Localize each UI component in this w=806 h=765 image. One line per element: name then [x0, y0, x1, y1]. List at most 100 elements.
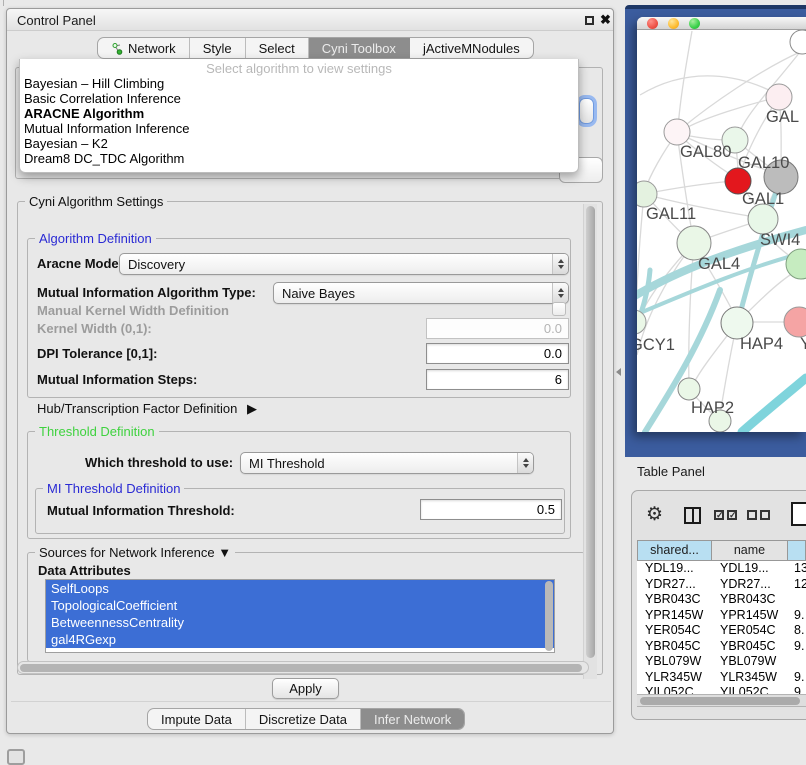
node-gal11[interactable] [637, 181, 657, 207]
which-threshold-value: MI Threshold [249, 456, 325, 471]
algorithm-option[interactable]: Basic Correlation Inference [20, 91, 578, 106]
node-swi4[interactable] [748, 204, 778, 234]
attribute-list-item[interactable]: gal4RGexp [46, 631, 554, 648]
close-traffic-light-icon[interactable] [647, 18, 658, 29]
tab-label: Impute Data [161, 712, 232, 727]
close-icon[interactable]: ✖ [600, 12, 611, 28]
scrollbar-thumb[interactable] [20, 664, 582, 672]
which-threshold-label: Which threshold to use: [85, 455, 233, 471]
column-header-shared[interactable]: shared... [637, 540, 712, 561]
list-scrollbar[interactable] [545, 581, 553, 651]
table-cell[interactable]: 9. [788, 608, 806, 624]
zoom-traffic-light-icon[interactable] [689, 18, 700, 29]
table-cell[interactable]: YBL079W [637, 654, 712, 670]
expand-right-icon[interactable]: ▶ [247, 401, 257, 417]
table-cell[interactable]: YDR27... [712, 577, 788, 593]
apply-button[interactable]: Apply [272, 678, 339, 699]
table-cell[interactable]: YDL19... [712, 561, 788, 577]
table-cell[interactable]: YER054C [637, 623, 712, 639]
hub-tf-definition-toggle[interactable]: Hub/Transcription Factor Definition ▶ [37, 401, 257, 417]
table-cell[interactable]: YLR345W [637, 670, 712, 686]
table-cell[interactable] [788, 592, 806, 608]
which-threshold-combo[interactable]: MI Threshold [240, 452, 534, 474]
aracne-mode-combo[interactable]: Discovery [119, 253, 569, 275]
node-partial[interactable] [790, 30, 806, 54]
mi-threshold-definition-title: MI Threshold Definition [43, 481, 184, 496]
node-label: GAL80 [680, 143, 731, 161]
gear-icon[interactable]: ⚙ [646, 503, 663, 526]
table-row: YDL19...YDL19...13 [637, 561, 806, 577]
tab-network[interactable]: Network [98, 38, 190, 58]
tab-infer-network[interactable]: Infer Network [361, 709, 464, 729]
algorithm-option[interactable]: Bayesian – Hill Climbing [20, 76, 578, 91]
attribute-list-item[interactable]: TopologicalCoefficient [46, 597, 554, 614]
tab-select[interactable]: Select [246, 38, 309, 58]
table-cell[interactable]: YBR045C [637, 639, 712, 655]
kernel-width-field[interactable] [426, 318, 569, 339]
tab-discretize-data[interactable]: Discretize Data [246, 709, 361, 729]
tab-impute-data[interactable]: Impute Data [148, 709, 246, 729]
table-cell[interactable]: 9. [788, 639, 806, 655]
dpi-tolerance-field[interactable] [426, 343, 569, 364]
panel-splitter-handle[interactable] [616, 368, 621, 376]
table-cell[interactable]: YBR045C [712, 639, 788, 655]
algorithm-option[interactable]: Mutual Information Inference [20, 121, 578, 136]
unchecked-checkbox-icon[interactable] [747, 510, 757, 520]
table-row: YBR043CYBR043C [637, 592, 806, 608]
node-gal-cut[interactable] [766, 84, 792, 110]
table-cell[interactable]: YLR345W [712, 670, 788, 686]
tab-style[interactable]: Style [190, 38, 246, 58]
table-cell[interactable]: 13 [788, 561, 806, 577]
scrollbar-thumb[interactable] [640, 697, 800, 705]
sources-title[interactable]: Sources for Network Inference ▼ [35, 545, 235, 560]
minimize-traffic-light-icon[interactable] [668, 18, 679, 29]
table-cell[interactable]: YDL19... [637, 561, 712, 577]
settings-horizontal-scrollbar[interactable] [17, 661, 589, 674]
table-cell[interactable]: YER054C [712, 623, 788, 639]
column-header-name[interactable]: name [712, 540, 788, 561]
collapse-down-icon[interactable]: ▼ [218, 545, 231, 560]
mi-type-combo[interactable]: Naive Bayes [273, 282, 569, 304]
split-columns-icon[interactable] [684, 507, 701, 524]
algorithm-option[interactable]: ARACNE Algorithm [20, 106, 578, 121]
node-gal80[interactable] [664, 119, 690, 145]
table-cell[interactable]: YPR145W [712, 608, 788, 624]
table-horizontal-scrollbar[interactable] [637, 694, 806, 707]
settings-vertical-scrollbar[interactable] [583, 204, 597, 679]
network-canvas[interactable]: GAL GAL80 GAL10 GAL1 GAL11 SWI4 GAL4 GCY… [637, 30, 806, 432]
algorithm-option[interactable]: Dream8 DC_TDC Algorithm [20, 151, 578, 166]
checked-checkbox-icon[interactable]: ✓ [714, 510, 724, 520]
table-cell[interactable]: YBL079W [712, 654, 788, 670]
table-cell[interactable]: YBR043C [637, 592, 712, 608]
bottom-left-partial-button[interactable] [7, 749, 25, 765]
table-body: YDL19...YDL19...13YDR27...YDR27...12YBR0… [637, 561, 806, 701]
node-hap2[interactable] [678, 378, 700, 400]
node-green-right[interactable] [786, 249, 806, 279]
document-icon[interactable] [791, 502, 806, 526]
table-cell[interactable]: YPR145W [637, 608, 712, 624]
checked-checkbox-icon[interactable]: ✓ [727, 510, 737, 520]
mi-threshold-field[interactable] [420, 499, 562, 520]
tab-label: Network [128, 41, 176, 56]
node-salmon[interactable] [784, 307, 806, 337]
scrollbar-thumb[interactable] [586, 206, 595, 658]
node-label: GAL [766, 108, 799, 126]
manual-kernel-checkbox[interactable] [552, 302, 566, 316]
attribute-list-item[interactable]: SelfLoops [46, 580, 554, 597]
attribute-list-item[interactable]: BetweennessCentrality [46, 614, 554, 631]
tab-jactivemnodules[interactable]: jActiveMNodules [410, 38, 533, 58]
float-icon[interactable] [585, 16, 594, 25]
algorithm-option[interactable]: Bayesian – K2 [20, 136, 578, 151]
table-cell[interactable]: 12 [788, 577, 806, 593]
tab-cyni-toolbox[interactable]: Cyni Toolbox [309, 38, 410, 58]
mi-steps-field[interactable] [426, 369, 569, 390]
column-header-cut[interactable] [788, 540, 806, 561]
table-cell[interactable]: 9. [788, 670, 806, 686]
table-cell[interactable]: YDR27... [637, 577, 712, 593]
table-cell[interactable]: 8. [788, 623, 806, 639]
algorithm-combo-stepper-icon[interactable] [579, 98, 594, 124]
table-cell[interactable]: YBR043C [712, 592, 788, 608]
table-cell[interactable] [788, 654, 806, 670]
node-label: HAP2 [691, 399, 734, 417]
unchecked-checkbox-icon[interactable] [760, 510, 770, 520]
